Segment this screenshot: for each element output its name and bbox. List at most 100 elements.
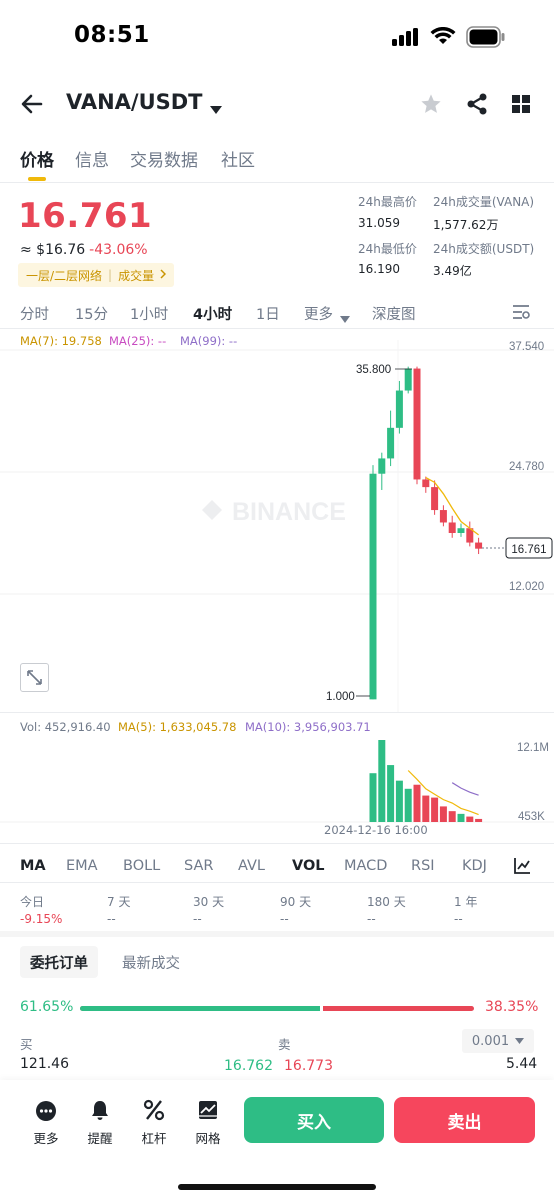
tab-order-book[interactable]: 委托订单 bbox=[20, 946, 98, 978]
ask-price: 16.773 bbox=[284, 1058, 333, 1074]
candle-body[interactable] bbox=[387, 427, 395, 459]
perf-90d-value: -- bbox=[280, 912, 289, 926]
perf-180d-label: 180 天 bbox=[367, 895, 406, 909]
timeframe-4h[interactable]: 4小时 bbox=[193, 303, 232, 324]
more-caret-icon[interactable] bbox=[340, 308, 350, 323]
candlestick-chart[interactable]: BINANCE 16.761 37.540 24.780 12.020 35.8… bbox=[0, 340, 554, 712]
sell-pct: 38.35% bbox=[485, 999, 539, 1015]
low-marker-label: 1.000 bbox=[326, 691, 355, 703]
pair-title[interactable]: VANA/USDT bbox=[66, 90, 203, 114]
bell-icon[interactable] bbox=[89, 1099, 111, 1121]
high-marker-label: 35.800 bbox=[356, 364, 391, 376]
precision-caret-icon bbox=[515, 1038, 525, 1044]
back-arrow-icon[interactable] bbox=[20, 92, 44, 116]
binance-watermark: BINANCE bbox=[202, 498, 346, 526]
ask-column-label: 卖 bbox=[278, 1037, 291, 1052]
indicator-vol[interactable]: VOL bbox=[292, 858, 325, 874]
tag-separator: | bbox=[108, 268, 113, 282]
more-icon[interactable] bbox=[35, 1100, 57, 1122]
sell-button[interactable]: 卖出 bbox=[394, 1097, 535, 1143]
time-axis-label: 2024-12-16 16:00 bbox=[324, 823, 428, 837]
indicator-ema[interactable]: EMA bbox=[66, 858, 98, 874]
perf-1y-label: 1 年 bbox=[454, 895, 478, 909]
timeframe-more[interactable]: 更多 bbox=[304, 303, 333, 324]
indicator-ma[interactable]: MA bbox=[20, 858, 46, 874]
timeframe-15m[interactable]: 15分 bbox=[75, 303, 108, 324]
candle-body[interactable] bbox=[413, 368, 421, 480]
cellular-signal-icon bbox=[392, 28, 420, 46]
chart-settings-icon[interactable] bbox=[512, 303, 530, 321]
usd-price: ≈ $16.76 bbox=[20, 242, 86, 258]
leverage-icon[interactable] bbox=[143, 1099, 165, 1121]
tab-recent-trades[interactable]: 最新成交 bbox=[112, 946, 190, 978]
low-24h-value: 16.190 bbox=[358, 262, 400, 276]
price-axis-top: 37.540 bbox=[509, 341, 544, 353]
candle-body[interactable] bbox=[395, 390, 403, 428]
candle-body[interactable] bbox=[404, 368, 412, 391]
volume-bar bbox=[422, 795, 430, 822]
bottom-alert-label[interactable]: 提醒 bbox=[78, 1128, 122, 1147]
perf-today-label: 今日 bbox=[20, 895, 45, 909]
timeframe-time[interactable]: 分时 bbox=[20, 303, 49, 324]
indicator-rsi[interactable]: RSI bbox=[411, 858, 435, 874]
volume-tag[interactable]: 成交量 bbox=[118, 267, 154, 284]
grid-trading-icon[interactable] bbox=[197, 1099, 219, 1121]
indicator-avl[interactable]: AVL bbox=[238, 858, 265, 874]
timeframe-1d[interactable]: 1日 bbox=[256, 303, 280, 324]
bottom-more-label[interactable]: 更多 bbox=[24, 1128, 68, 1147]
precision-selector[interactable]: 0.001 bbox=[462, 1029, 534, 1053]
volume-bar bbox=[439, 806, 447, 822]
candle-body[interactable] bbox=[422, 479, 430, 488]
indicator-settings-icon[interactable] bbox=[513, 857, 531, 875]
indicator-divider bbox=[0, 882, 554, 883]
volume-ma5: MA(5): 1,633,045.78 bbox=[118, 720, 237, 734]
grid-menu-icon[interactable] bbox=[512, 95, 530, 113]
candle-body[interactable] bbox=[431, 487, 439, 511]
bottom-leverage-label[interactable]: 杠杆 bbox=[132, 1128, 176, 1147]
category-tags[interactable]: 一层/二层网络 | 成交量 bbox=[18, 263, 175, 287]
low-24h-label: 24h最低价 bbox=[358, 242, 417, 256]
volume-bar bbox=[404, 788, 412, 822]
high-24h-value: 31.059 bbox=[358, 216, 400, 230]
tab-info[interactable]: 信息 bbox=[75, 146, 109, 171]
perf-30d-value: -- bbox=[193, 912, 202, 926]
perf-30d-label: 30 天 bbox=[193, 895, 225, 909]
tab-community[interactable]: 社区 bbox=[221, 146, 255, 171]
depth-chart-tab[interactable]: 深度图 bbox=[372, 303, 416, 324]
candle-body[interactable] bbox=[448, 522, 456, 533]
pair-dropdown-caret-icon[interactable] bbox=[210, 99, 222, 114]
tab-active-indicator bbox=[28, 177, 46, 181]
candle-body[interactable] bbox=[378, 458, 386, 474]
tab-trading-data[interactable]: 交易数据 bbox=[130, 146, 198, 171]
tab-price[interactable]: 价格 bbox=[20, 146, 54, 171]
fullscreen-icon[interactable] bbox=[20, 663, 49, 692]
share-icon[interactable] bbox=[466, 93, 488, 115]
indicator-sar[interactable]: SAR bbox=[184, 858, 213, 874]
perf-7d-value: -- bbox=[107, 912, 116, 926]
favorite-star-icon[interactable] bbox=[420, 93, 442, 115]
current-price-tag: 16.761 bbox=[505, 537, 553, 559]
status-time: 08:51 bbox=[74, 22, 150, 48]
volume-bar bbox=[431, 797, 439, 822]
candle-body[interactable] bbox=[439, 510, 447, 523]
indicator-macd[interactable]: MACD bbox=[344, 858, 387, 874]
candle-body[interactable] bbox=[457, 528, 465, 533]
volume-bar bbox=[475, 818, 483, 822]
ask-qty: 5.44 bbox=[506, 1056, 538, 1072]
bid-qty: 121.46 bbox=[20, 1056, 69, 1072]
perf-today-value: -9.15% bbox=[20, 912, 63, 926]
indicator-boll[interactable]: BOLL bbox=[123, 858, 160, 874]
candle-body[interactable] bbox=[475, 542, 483, 549]
volume-axis-top: 12.1M bbox=[517, 742, 549, 754]
volume-bar bbox=[395, 780, 403, 822]
indicator-kdj[interactable]: KDJ bbox=[462, 858, 487, 874]
volume-ma10: MA(10): 3,956,903.71 bbox=[245, 720, 371, 734]
bottom-grid-label[interactable]: 网格 bbox=[186, 1128, 230, 1147]
battery-icon bbox=[466, 26, 506, 48]
perf-7d-label: 7 天 bbox=[107, 895, 131, 909]
volume-bar bbox=[378, 740, 386, 822]
network-tag[interactable]: 一层/二层网络 bbox=[26, 267, 102, 284]
candle-body[interactable] bbox=[369, 473, 377, 700]
buy-button[interactable]: 买入 bbox=[244, 1097, 384, 1143]
timeframe-1h[interactable]: 1小时 bbox=[130, 303, 168, 324]
